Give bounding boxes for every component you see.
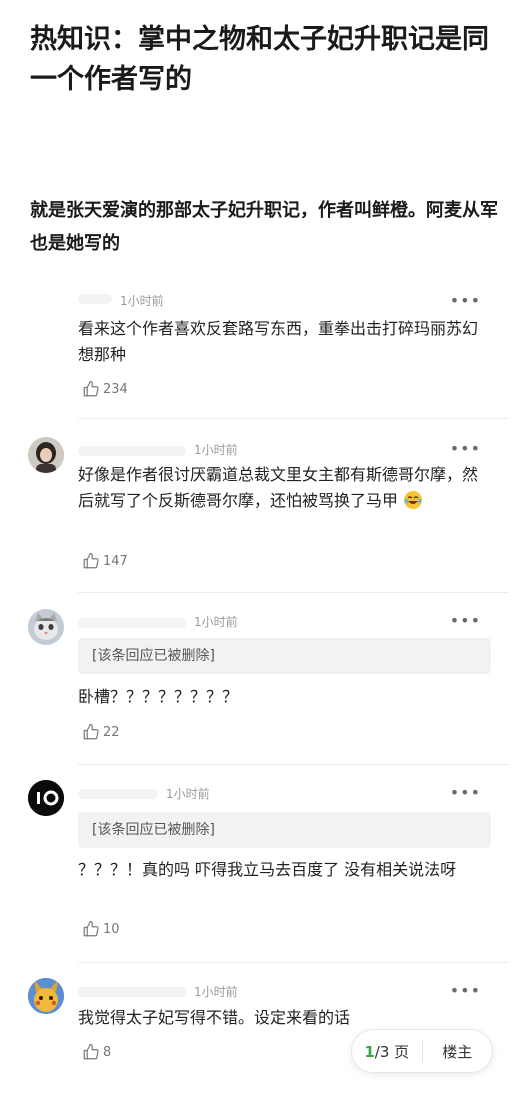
- comment-text: 好像是作者很讨厌霸道总裁文里女主都有斯德哥尔摩，然后就写了个反斯德哥尔摩，还怕被…: [78, 462, 488, 514]
- deleted-reply-quote: [该条回应已被删除]: [78, 638, 491, 674]
- like-button[interactable]: 234: [82, 380, 128, 398]
- thumbs-up-icon: [83, 920, 99, 937]
- comment-text: 我觉得太子妃写得不错。设定来看的话: [78, 1008, 351, 1027]
- pikachu-avatar-image: [28, 978, 64, 1014]
- divider: [78, 962, 509, 963]
- like-count: 10: [103, 921, 120, 937]
- avatar-image: [28, 437, 64, 473]
- io-avatar-image: [28, 780, 64, 816]
- comment-time: 1小时前: [120, 294, 164, 308]
- like-button[interactable]: 10: [82, 920, 120, 938]
- thumbs-up-icon: [83, 380, 99, 397]
- laughing-tears-emoji: [403, 490, 423, 510]
- like-count: 234: [103, 381, 128, 397]
- more-options-icon[interactable]: •••: [450, 293, 481, 309]
- thumbs-up-icon: [83, 1043, 99, 1060]
- more-options-icon[interactable]: •••: [450, 613, 481, 629]
- username-blurred: [78, 618, 186, 628]
- page-navigator: 1/3 页 楼主: [351, 1029, 493, 1073]
- like-button[interactable]: 8: [82, 1043, 111, 1061]
- thumbs-up-icon: [83, 723, 99, 740]
- comment-text: ？？？！真的吗 吓得我立马去百度了 没有相关说法呀: [78, 860, 457, 879]
- like-count: 147: [103, 553, 128, 569]
- cat-avatar-image: [28, 609, 64, 645]
- comment-text: 卧槽？？？？？？？？: [78, 687, 239, 706]
- like-button[interactable]: 147: [82, 552, 128, 570]
- more-options-icon[interactable]: •••: [450, 441, 481, 457]
- like-count: 8: [103, 1044, 112, 1060]
- comment-time: 1小时前: [194, 985, 238, 999]
- username-blurred: [78, 294, 112, 304]
- username-blurred: [78, 446, 186, 456]
- owner-only-button[interactable]: 楼主: [423, 1041, 493, 1062]
- like-count: 22: [103, 724, 120, 740]
- comment-text: 看来这个作者喜欢反套路写东西，重拳出击打碎玛丽苏幻想那种: [78, 319, 479, 364]
- username-blurred: [78, 789, 158, 799]
- current-page: 1: [364, 1042, 375, 1061]
- comment-time: 1小时前: [194, 615, 238, 629]
- total-pages: /3 页: [374, 1042, 410, 1061]
- avatar[interactable]: [28, 437, 64, 473]
- thumbs-up-icon: [83, 552, 99, 569]
- deleted-reply-quote: [该条回应已被删除]: [78, 812, 491, 848]
- avatar[interactable]: [28, 780, 64, 816]
- divider: [78, 764, 509, 765]
- comment-time: 1小时前: [194, 443, 238, 457]
- comment-time: 1小时前: [166, 787, 210, 801]
- more-options-icon[interactable]: •••: [450, 785, 481, 801]
- avatar[interactable]: [28, 609, 64, 645]
- post-body: 就是张天爱演的那部太子妃升职记，作者叫鲜橙。阿麦从军也是她写的: [30, 200, 498, 254]
- more-options-icon[interactable]: •••: [450, 983, 481, 999]
- avatar[interactable]: [28, 978, 64, 1014]
- username-blurred: [78, 987, 186, 997]
- page-indicator-button[interactable]: 1/3 页: [352, 1041, 422, 1062]
- like-button[interactable]: 22: [82, 723, 120, 741]
- post-title: 热知识：掌中之物和太子妃升职记是同一个作者写的: [30, 24, 489, 95]
- divider: [78, 592, 509, 593]
- divider: [78, 418, 509, 419]
